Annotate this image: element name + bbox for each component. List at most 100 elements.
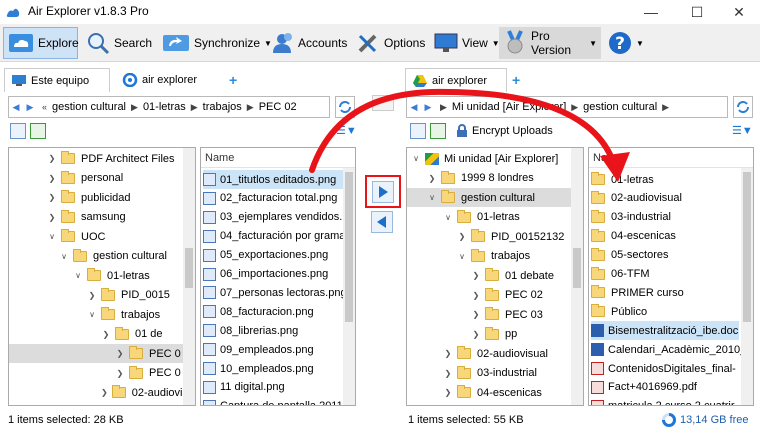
- list-item[interactable]: 07_personas lectoras.png: [203, 283, 351, 302]
- tree-item[interactable]: ❯ 01 debate: [407, 266, 573, 285]
- tree-item[interactable]: ∨ UOC: [9, 227, 185, 246]
- chevron-down-icon[interactable]: ∨: [443, 213, 453, 222]
- tree-item[interactable]: ∨ trabajos: [407, 247, 573, 266]
- chevron-right-icon[interactable]: ❯: [47, 193, 57, 202]
- chevron-right-icon[interactable]: ❯: [427, 174, 437, 183]
- forward-icon[interactable]: ▶: [23, 102, 37, 113]
- tree-item[interactable]: ❯ publicidad: [9, 188, 185, 207]
- chevron-right-icon[interactable]: ❯: [443, 349, 453, 358]
- list-item[interactable]: 09_empleados.png: [203, 340, 351, 359]
- help-button[interactable]: ? ▼: [604, 27, 644, 59]
- vertical-scrollbar[interactable]: [571, 148, 583, 405]
- add-folder-icon[interactable]: [30, 123, 46, 139]
- tree-item[interactable]: ❯ PID_0015: [9, 286, 185, 305]
- tree-item[interactable]: ❯ 02-audiovisu: [9, 383, 194, 402]
- crumb-gestion-cultural[interactable]: gestion cultural: [52, 101, 126, 113]
- explore-button[interactable]: Explore: [3, 27, 79, 59]
- tree-item[interactable]: ❯ personal: [9, 169, 185, 188]
- chevron-down-icon[interactable]: ∨: [59, 252, 69, 261]
- scrollbar-thumb[interactable]: [743, 172, 751, 322]
- list-item[interactable]: 05-sectores: [591, 246, 739, 265]
- chevron-right-icon[interactable]: ❯: [101, 388, 108, 397]
- list-item[interactable]: Calendari_Acadèmic_2010_: [591, 340, 746, 359]
- chevron-right-icon[interactable]: ❯: [47, 154, 57, 163]
- list-item[interactable]: ContenidosDigitales_final-: [591, 359, 739, 378]
- chevron-right-icon[interactable]: ❯: [47, 174, 57, 183]
- list-item[interactable]: 08_facturacion.png: [203, 302, 351, 321]
- tree-item[interactable]: ❯ PEC 02: [407, 286, 573, 305]
- chevron-down-icon[interactable]: ∨: [457, 252, 467, 261]
- close-button[interactable]: ✕: [716, 0, 760, 24]
- chevron-down-icon[interactable]: ∨: [87, 310, 97, 319]
- list-item[interactable]: 01-letras: [591, 170, 739, 189]
- chevron-right-icon[interactable]: ❯: [115, 349, 125, 358]
- list-item[interactable]: 05_exportaciones.png: [203, 246, 351, 265]
- scrollbar-thumb[interactable]: [345, 172, 353, 322]
- list-item[interactable]: 08_librerias.png: [203, 321, 351, 340]
- list-item[interactable]: 04-escenicas: [591, 227, 739, 246]
- tree-item[interactable]: ∨ trabajos: [9, 305, 185, 324]
- left-breadcrumb[interactable]: ◀ ▶ « gestion cultural ▶ 01-letras ▶ tra…: [8, 96, 330, 118]
- pro-version-button[interactable]: Pro Version ▼: [499, 27, 601, 59]
- right-refresh-button[interactable]: [733, 96, 753, 118]
- scrollbar-thumb[interactable]: [573, 248, 581, 288]
- maximize-button[interactable]: ☐: [674, 0, 720, 24]
- accounts-button[interactable]: Accounts: [266, 27, 348, 59]
- tree-item[interactable]: ❯ PEC 03: [407, 305, 573, 324]
- list-item[interactable]: Público: [591, 302, 739, 321]
- chevron-right-icon[interactable]: ❯: [47, 213, 57, 222]
- scrollbar-thumb[interactable]: [185, 248, 193, 288]
- list-item[interactable]: 03-industrial: [591, 208, 739, 227]
- list-item[interactable]: 01_titutlos editados.png: [203, 170, 351, 189]
- crumb-pec-02[interactable]: PEC 02: [259, 101, 297, 113]
- list-item[interactable]: Captura de pantalla 2011: [203, 397, 351, 405]
- list-item[interactable]: matricula 2 curso 2 cuatrir: [591, 397, 739, 405]
- chevron-right-icon[interactable]: ❯: [443, 388, 453, 397]
- tree-item[interactable]: ❯ PEC 0: [9, 344, 185, 363]
- tree-item[interactable]: ❯ samsung: [9, 208, 185, 227]
- minimize-button[interactable]: —: [628, 0, 674, 24]
- crumb-mi-unidad[interactable]: Mi unidad [Air Explorer]: [452, 101, 566, 113]
- chevron-down-icon[interactable]: ∨: [47, 232, 57, 241]
- forward-icon[interactable]: ▶: [421, 102, 435, 113]
- right-file-list[interactable]: Name 01-letras 02-audiovisual 03-industria…: [588, 147, 754, 406]
- tree-item[interactable]: ❯ pp: [407, 325, 573, 344]
- chevron-down-icon[interactable]: ∨: [427, 193, 437, 202]
- tab-air-explorer-right[interactable]: air explorer: [405, 68, 507, 92]
- tree-view-icon[interactable]: [10, 123, 26, 139]
- crumb-trabajos[interactable]: trabajos: [203, 101, 242, 113]
- list-item[interactable]: 02-audiovisual: [591, 189, 739, 208]
- tree-item[interactable]: ∨ gestion cultural: [9, 247, 185, 266]
- chevron-right-icon[interactable]: ❯: [471, 291, 481, 300]
- crumb-gestion-cultural[interactable]: gestion cultural: [583, 101, 657, 113]
- crumb-01-letras[interactable]: 01-letras: [143, 101, 186, 113]
- tree-item[interactable]: ❯ PID_00152132: [407, 227, 573, 246]
- tree-item[interactable]: ∨ 01-letras: [407, 208, 573, 227]
- chevron-right-icon[interactable]: ❯: [101, 330, 111, 339]
- tree-item[interactable]: ∨ gestion cultural: [407, 188, 573, 207]
- list-item[interactable]: 10_empleados.png: [203, 359, 351, 378]
- list-item[interactable]: 11 digital.png: [203, 378, 351, 397]
- column-header-name[interactable]: Name: [201, 148, 355, 168]
- list-item[interactable]: PRIMER curso: [591, 283, 739, 302]
- tree-item[interactable]: ❯ 01 de: [9, 325, 185, 344]
- column-header-name[interactable]: Name: [589, 148, 753, 168]
- left-folder-tree[interactable]: ❯ PDF Architect Files ❯ personal ❯ publicidad…: [8, 147, 196, 406]
- list-item[interactable]: 06-TFM: [591, 265, 739, 284]
- copy-right-button[interactable]: [372, 180, 394, 203]
- chevron-down-icon[interactable]: ∨: [73, 271, 83, 280]
- view-button[interactable]: View ▼: [430, 27, 500, 59]
- tree-item[interactable]: ∨ Mi unidad [Air Explorer]: [407, 149, 573, 168]
- tree-item[interactable]: ❯ 02-audiovisual: [407, 344, 573, 363]
- chevron-right-icon[interactable]: ❯: [87, 291, 97, 300]
- right-list-options-icon[interactable]: ☰▼: [732, 124, 753, 137]
- tree-item[interactable]: ❯ PEC 0: [9, 364, 185, 383]
- options-button[interactable]: Options: [352, 27, 426, 59]
- tab-este-equipo[interactable]: Este equipo: [4, 68, 110, 92]
- tree-view-icon[interactable]: [410, 123, 426, 139]
- list-item[interactable]: 06_importaciones.png: [203, 265, 351, 284]
- tree-item[interactable]: ❯ 1999 8 londres: [407, 169, 573, 188]
- chevron-right-icon[interactable]: ❯: [457, 232, 467, 241]
- list-item[interactable]: 02_facturacion total.png: [203, 189, 351, 208]
- encrypt-uploads-toggle[interactable]: Encrypt Uploads: [472, 125, 553, 137]
